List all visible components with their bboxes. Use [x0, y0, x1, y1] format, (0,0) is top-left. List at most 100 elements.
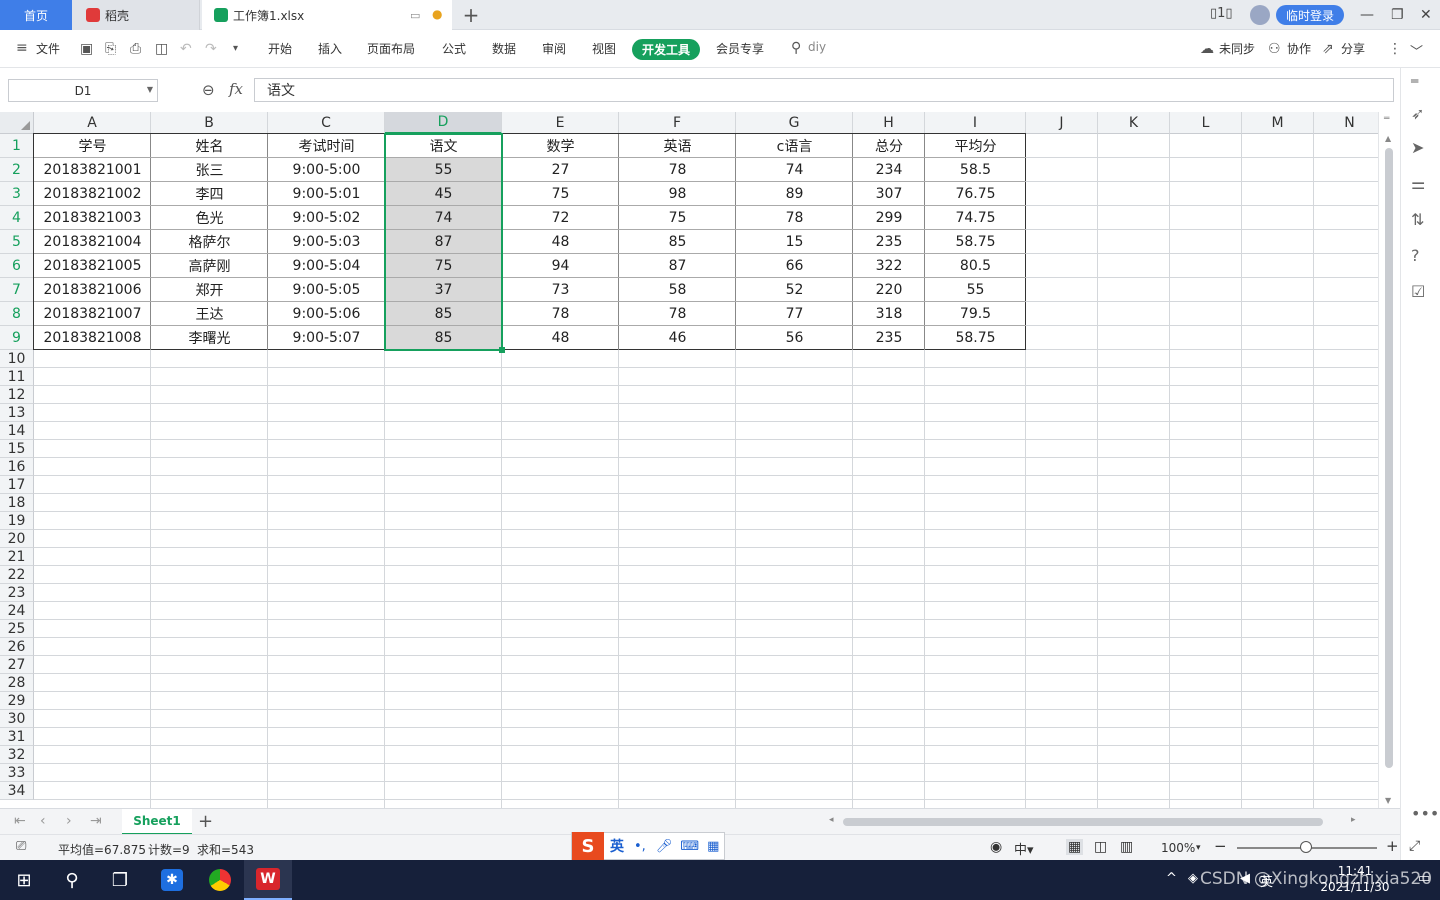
- name-box-dropdown-icon[interactable]: ▼: [147, 85, 153, 94]
- minimize-button[interactable]: —: [1360, 7, 1374, 23]
- row-header-24[interactable]: 24: [0, 602, 34, 620]
- table-cell[interactable]: 58.75: [925, 230, 1026, 254]
- table-cell[interactable]: 20183821007: [34, 302, 151, 326]
- export-icon[interactable]: ⎘: [105, 41, 116, 57]
- table-cell[interactable]: 20183821006: [34, 278, 151, 302]
- redo-icon[interactable]: ↷: [205, 41, 217, 57]
- formula-input[interactable]: 语文: [254, 78, 1394, 102]
- rocket-icon[interactable]: ➶: [1411, 104, 1424, 123]
- row-header-26[interactable]: 26: [0, 638, 34, 656]
- ime-toolbar[interactable]: S 英 •, 🎤︎ ⌨ ▦: [571, 832, 725, 860]
- table-cell[interactable]: 85: [619, 230, 736, 254]
- row-header-22[interactable]: 22: [0, 566, 34, 584]
- system-clock[interactable]: 11:41 2021/11/30: [1300, 863, 1410, 895]
- spreadsheet-grid[interactable]: ABCDEFGHIJKLMN 1 2 3 4 5 6 7 8 9 10 11 12 13 14 15 16 17…: [0, 112, 1378, 808]
- maximize-button[interactable]: ❐: [1391, 7, 1404, 23]
- row-header-31[interactable]: 31: [0, 728, 34, 746]
- row-header-34[interactable]: 34: [0, 782, 34, 800]
- table-cell[interactable]: 85: [385, 302, 502, 326]
- table-cell[interactable]: 75: [619, 206, 736, 230]
- add-sheet-button[interactable]: +: [198, 811, 213, 832]
- table-cell[interactable]: 77: [736, 302, 853, 326]
- scroll-right-icon[interactable]: ▸: [1351, 815, 1356, 825]
- table-cell[interactable]: 20183821005: [34, 254, 151, 278]
- header-cell[interactable]: c语言: [736, 134, 853, 158]
- ime-language[interactable]: 英: [610, 836, 624, 856]
- header-cell[interactable]: 数学: [502, 134, 619, 158]
- table-cell[interactable]: 78: [619, 302, 736, 326]
- row-header-1[interactable]: 1: [0, 134, 34, 158]
- table-cell[interactable]: 20183821003: [34, 206, 151, 230]
- fx-icon[interactable]: fx: [229, 80, 243, 98]
- row-header-6[interactable]: 6: [0, 254, 34, 278]
- last-sheet-icon[interactable]: ⇥: [90, 813, 102, 829]
- tray-expand-icon[interactable]: ^: [1166, 871, 1177, 886]
- normal-view-icon[interactable]: ▦: [1066, 839, 1084, 855]
- table-cell[interactable]: 9:00-5:05: [268, 278, 385, 302]
- row-header-7[interactable]: 7: [0, 278, 34, 302]
- menu-page-layout[interactable]: 页面布局: [367, 40, 415, 57]
- table-cell[interactable]: 9:00-5:06: [268, 302, 385, 326]
- avatar[interactable]: [1250, 5, 1270, 25]
- table-cell[interactable]: 85: [385, 326, 502, 350]
- table-cell[interactable]: 74: [385, 206, 502, 230]
- zoom-in-icon[interactable]: +: [1386, 837, 1399, 855]
- collapse-ribbon-icon[interactable]: ﹀: [1410, 41, 1423, 60]
- collab-button[interactable]: 协作: [1287, 40, 1311, 57]
- row-header-20[interactable]: 20: [0, 530, 34, 548]
- name-box[interactable]: D1 ▼: [8, 79, 158, 102]
- table-cell[interactable]: 李四: [151, 182, 268, 206]
- zoom-out-icon[interactable]: −: [1214, 837, 1227, 855]
- column-header-f[interactable]: F: [619, 112, 736, 134]
- table-cell[interactable]: 73: [502, 278, 619, 302]
- table-cell[interactable]: 66: [736, 254, 853, 278]
- header-cell[interactable]: 语文: [385, 134, 502, 158]
- scroll-left-icon[interactable]: ◂: [829, 815, 834, 825]
- sort-icon[interactable]: ⇅: [1411, 210, 1424, 229]
- table-cell[interactable]: 75: [502, 182, 619, 206]
- header-cell[interactable]: 英语: [619, 134, 736, 158]
- table-cell[interactable]: 王达: [151, 302, 268, 326]
- table-cell[interactable]: 55: [385, 158, 502, 182]
- menu-formula[interactable]: 公式: [442, 40, 466, 57]
- row-header-19[interactable]: 19: [0, 512, 34, 530]
- menu-data[interactable]: 数据: [492, 40, 516, 57]
- row-header-14[interactable]: 14: [0, 422, 34, 440]
- row-header-5[interactable]: 5: [0, 230, 34, 254]
- row-header-23[interactable]: 23: [0, 584, 34, 602]
- new-tab-button[interactable]: +: [460, 0, 482, 30]
- table-cell[interactable]: 9:00-5:00: [268, 158, 385, 182]
- more-dots-icon[interactable]: •••: [1411, 804, 1439, 823]
- panel-collapse-icon[interactable]: ═: [1411, 74, 1418, 88]
- hamburger-icon[interactable]: ≡: [16, 40, 28, 56]
- header-cell[interactable]: 平均分: [925, 134, 1026, 158]
- zoom-formula-icon[interactable]: ⊖: [202, 81, 215, 99]
- tab-daoke[interactable]: 稻壳: [72, 0, 200, 30]
- table-cell[interactable]: 55: [925, 278, 1026, 302]
- column-header-h[interactable]: H: [853, 112, 925, 134]
- menu-home[interactable]: 开始: [268, 40, 292, 57]
- table-cell[interactable]: 郑开: [151, 278, 268, 302]
- scroll-down-icon[interactable]: ▼: [1385, 796, 1391, 805]
- row-header-2[interactable]: 2: [0, 158, 34, 182]
- table-cell[interactable]: 89: [736, 182, 853, 206]
- column-header-m[interactable]: M: [1242, 112, 1314, 134]
- table-cell[interactable]: 72: [502, 206, 619, 230]
- table-cell[interactable]: 58: [619, 278, 736, 302]
- tray-language[interactable]: 英: [1260, 871, 1273, 890]
- row-header-21[interactable]: 21: [0, 548, 34, 566]
- notification-icon[interactable]: ▭: [1418, 871, 1430, 886]
- search-text[interactable]: diy: [808, 40, 826, 54]
- volume-icon[interactable]: ◀: [1240, 871, 1250, 886]
- table-cell[interactable]: 235: [853, 326, 925, 350]
- cursor-icon[interactable]: ➤: [1411, 138, 1424, 157]
- row-header-11[interactable]: 11: [0, 368, 34, 386]
- print-preview-icon[interactable]: ◫: [155, 41, 168, 57]
- column-header-j[interactable]: J: [1026, 112, 1098, 134]
- column-header-n[interactable]: N: [1314, 112, 1378, 134]
- monitor-icon[interactable]: ▭: [410, 9, 420, 22]
- quick-access-dropdown-icon[interactable]: ▾: [233, 43, 238, 54]
- input-mode-icon[interactable]: 中▾: [1014, 839, 1034, 858]
- table-cell[interactable]: 76.75: [925, 182, 1026, 206]
- table-cell[interactable]: 27: [502, 158, 619, 182]
